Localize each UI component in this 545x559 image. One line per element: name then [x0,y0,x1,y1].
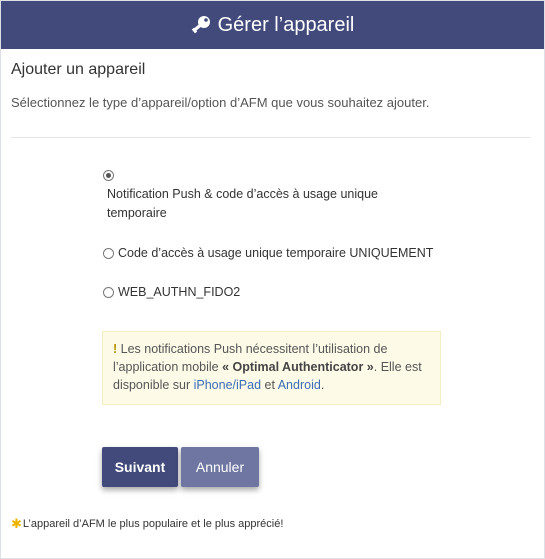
next-button[interactable]: Suivant [102,447,178,487]
app-name: « Optimal Authenticator » [222,360,374,374]
section-title: Ajouter un appareil [11,61,146,78]
cancel-button[interactable]: Annuler [181,447,259,487]
push-notification-alert: ! Les notifications Push nécessitent l’u… [102,331,441,405]
radio-otp-only[interactable] [103,248,114,259]
star-icon: ✱ [11,516,22,531]
option-label-webauthn[interactable]: WEB_AUTHN_FIDO2 [118,283,240,302]
iphone-ipad-link[interactable]: iPhone/iPad [194,378,261,392]
panel-header: Gérer l’appareil [1,1,544,49]
footnote: ✱ L’appareil d’AFM le plus populaire et … [11,516,283,532]
manage-device-panel: Gérer l’appareil Ajouter un appareil Sél… [0,0,545,559]
key-icon [191,15,213,35]
radio-webauthn[interactable] [103,287,114,298]
intro-text: Sélectionnez le type d’appareil/option d… [11,95,430,110]
option-label-push-otp[interactable]: Notification Push & code d’accès à usage… [107,185,378,223]
divider [11,137,531,138]
footnote-text: L’appareil d’AFM le plus populaire et le… [22,518,284,530]
page-title: Gérer l’appareil [217,13,355,36]
radio-push-otp[interactable] [103,170,114,181]
android-link[interactable]: Android [278,378,321,392]
option-label-otp-only[interactable]: Code d’accès à usage unique temporaire U… [118,244,433,263]
